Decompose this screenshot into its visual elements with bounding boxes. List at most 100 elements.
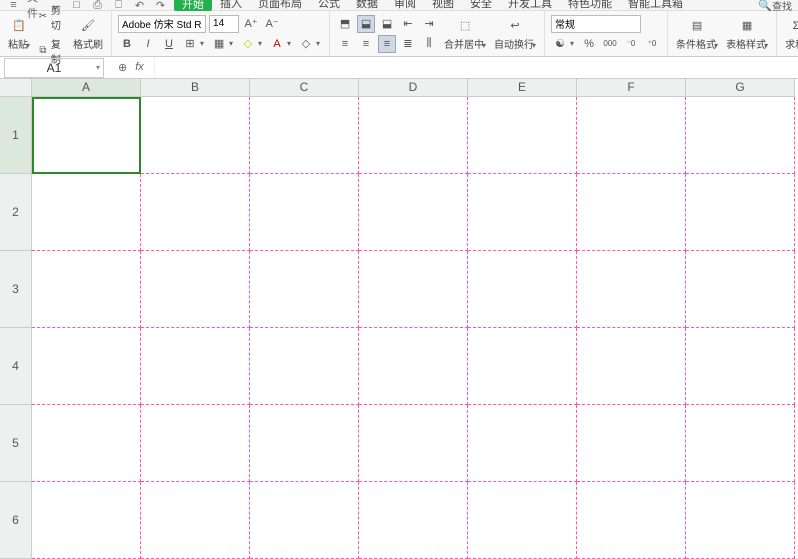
tab-9[interactable]: 特色功能 [560,0,620,11]
cell[interactable] [686,328,795,405]
zoom-icon[interactable]: ⊕ [118,61,127,74]
formula-input[interactable] [154,58,798,78]
comma-icon[interactable]: 000 [601,35,619,53]
row-header[interactable]: 6 [0,482,32,559]
align-right-icon[interactable]: ≡ [378,35,396,53]
number-format-select[interactable] [551,15,641,33]
print-icon[interactable]: ⎙ [90,0,105,11]
underline-button[interactable]: U [160,35,178,53]
decrease-font-icon[interactable]: A⁻ [263,15,281,33]
tab-2[interactable]: 页面布局 [250,0,310,11]
tab-3[interactable]: 公式 [310,0,348,11]
align-bottom-icon[interactable]: ⬓ [378,15,396,33]
table-style-button[interactable]: ▦ 表格样式▾ [724,15,770,53]
cell[interactable] [359,97,468,174]
percent-icon[interactable]: % [580,35,598,53]
indent-increase-icon[interactable]: ⇥ [420,15,438,33]
decrease-decimal-icon[interactable]: ⁻0 [622,35,640,53]
italic-button[interactable]: I [139,35,157,53]
select-all-corner[interactable] [0,79,32,97]
cell[interactable] [141,482,250,559]
justify-icon[interactable]: ≣ [399,35,417,53]
chevron-down-icon[interactable]: ▾ [96,63,100,72]
clear-format-button[interactable]: ◇ [297,35,315,53]
col-header[interactable]: B [141,79,250,97]
search-icon[interactable]: 🔍 [758,0,772,12]
cell[interactable] [468,251,577,328]
cut-button[interactable]: ✂剪切 [36,1,67,33]
font-name-select[interactable] [118,15,206,33]
row-header[interactable]: 4 [0,328,32,405]
col-header[interactable]: D [359,79,468,97]
cell[interactable] [359,174,468,251]
row-header[interactable]: 1 [0,97,32,174]
cell[interactable] [468,482,577,559]
cell[interactable] [577,174,686,251]
border-button[interactable]: ⊞ [181,35,199,53]
cell[interactable] [359,251,468,328]
spreadsheet-grid[interactable]: ABCDEFG 123456 [0,79,798,539]
cell[interactable] [141,97,250,174]
wrap-button[interactable]: ↩ 自动换行▾ [492,15,538,53]
col-header[interactable]: E [468,79,577,97]
cell[interactable] [686,405,795,482]
cell[interactable] [577,97,686,174]
name-box[interactable]: A1 ▾ [4,58,104,78]
cell[interactable] [468,405,577,482]
cell[interactable] [686,97,795,174]
cell[interactable] [32,482,141,559]
cell[interactable] [577,405,686,482]
cell[interactable] [141,405,250,482]
cell[interactable] [250,482,359,559]
cell[interactable] [577,328,686,405]
align-center-icon[interactable]: ≡ [357,35,375,53]
cell[interactable] [250,405,359,482]
save-icon[interactable]: □ [69,0,84,11]
cell-style-button[interactable]: ▦ [210,35,228,53]
cell[interactable] [468,97,577,174]
cell[interactable] [359,482,468,559]
cell[interactable] [577,482,686,559]
col-header[interactable]: A [32,79,141,97]
tab-5[interactable]: 审阅 [386,0,424,11]
row-header[interactable]: 5 [0,405,32,482]
cell[interactable] [359,405,468,482]
cell[interactable] [32,405,141,482]
cell[interactable] [32,328,141,405]
merge-button[interactable]: ⬚ 合并居中▾ [442,15,488,53]
col-header[interactable]: C [250,79,359,97]
tab-4[interactable]: 数据 [348,0,386,11]
cell[interactable] [141,251,250,328]
undo-icon[interactable]: ↶ [132,0,147,11]
cell[interactable] [686,174,795,251]
tab-7[interactable]: 安全 [462,0,500,11]
bold-button[interactable]: B [118,35,136,53]
cell[interactable] [250,328,359,405]
cell[interactable] [359,328,468,405]
indent-decrease-icon[interactable]: ⇤ [399,15,417,33]
cell[interactable] [141,174,250,251]
cell[interactable] [141,328,250,405]
distribute-icon[interactable]: ⫼ [420,35,438,53]
redo-icon[interactable]: ↷ [153,0,168,11]
col-header[interactable]: G [686,79,795,97]
tab-10[interactable]: 智能工具箱 [620,0,691,11]
cell[interactable] [32,97,141,174]
currency-icon[interactable]: ☯ [551,35,569,53]
cell[interactable] [32,251,141,328]
fill-color-button[interactable]: ◇ [239,35,257,53]
menu-icon[interactable]: ≡ [6,0,21,11]
paste-button[interactable]: 📋 粘贴▾ [6,15,32,53]
align-left-icon[interactable]: ≡ [336,35,354,53]
cell[interactable] [686,482,795,559]
row-header[interactable]: 2 [0,174,32,251]
font-size-select[interactable] [209,15,239,33]
preview-icon[interactable]: ⎕ [111,0,126,11]
cell[interactable] [32,174,141,251]
tab-8[interactable]: 开发工具 [500,0,560,11]
col-header[interactable]: F [577,79,686,97]
font-color-button[interactable]: A [268,35,286,53]
tab-0[interactable]: 开始 [174,0,212,11]
cell[interactable] [468,174,577,251]
row-header[interactable]: 3 [0,251,32,328]
